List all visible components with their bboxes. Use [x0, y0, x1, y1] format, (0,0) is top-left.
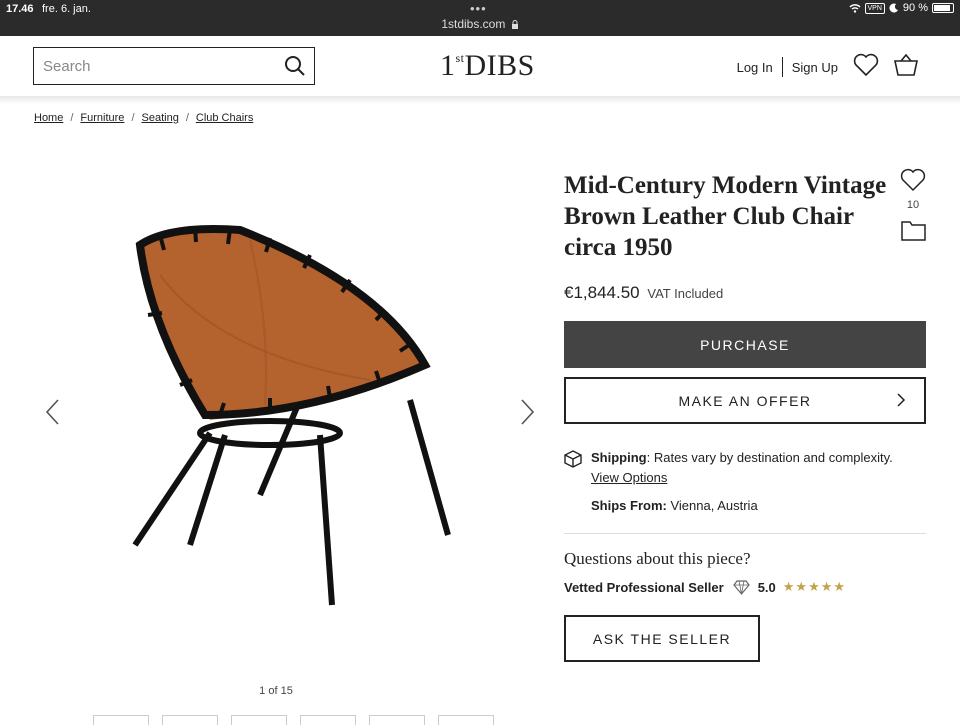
product-title: Mid-Century Modern Vintage Brown Leather…	[564, 172, 887, 261]
vpn-badge: VPN	[864, 2, 885, 14]
package-icon	[564, 450, 582, 468]
url-text: 1stdibs.com	[441, 17, 506, 31]
search-icon[interactable]	[284, 55, 306, 77]
vetted-seller-label: Vetted Professional Seller	[564, 579, 724, 595]
price: €1,844.50 VAT Included	[564, 283, 723, 303]
shopping-bag-icon[interactable]	[893, 53, 919, 77]
address-bar[interactable]: 1stdibs.com	[0, 17, 960, 31]
thumbnail[interactable]	[369, 715, 425, 725]
site-logo[interactable]: 1stDIBS	[440, 49, 535, 83]
wifi-icon	[848, 4, 861, 13]
breadcrumb-separator: /	[131, 112, 135, 124]
thumbnail[interactable]	[93, 715, 149, 725]
ships-from-label: Ships From:	[591, 498, 667, 513]
next-image-arrow-icon[interactable]	[520, 398, 536, 426]
breadcrumb-furniture[interactable]: Furniture	[80, 112, 124, 124]
site-header: 1stDIBS Log In Sign Up	[0, 36, 960, 96]
breadcrumb-home[interactable]: Home	[34, 112, 63, 124]
breadcrumb-separator: /	[185, 112, 189, 124]
make-offer-label: MAKE AN OFFER	[678, 392, 812, 409]
signup-link[interactable]: Sign Up	[792, 60, 838, 75]
section-divider	[564, 533, 926, 534]
shipping-label: Shipping	[591, 450, 647, 465]
battery-percent: 90 %	[902, 2, 928, 14]
diamond-icon	[732, 579, 750, 595]
price-value: €1,844.50	[564, 283, 640, 302]
ask-seller-button[interactable]: ASK THE SELLER	[564, 615, 760, 662]
battery-icon	[932, 3, 954, 13]
breadcrumb-club-chairs[interactable]: Club Chairs	[196, 112, 253, 124]
breadcrumb: Home / Furniture / Seating / Club Chairs	[34, 112, 253, 124]
vat-note: VAT Included	[647, 286, 724, 301]
make-offer-button[interactable]: MAKE AN OFFER	[564, 377, 926, 424]
thumbnail[interactable]	[438, 715, 494, 725]
questions-heading: Questions about this piece?	[564, 549, 751, 568]
multitask-dots-icon[interactable]: •••	[470, 1, 487, 16]
thumbnail[interactable]	[162, 715, 218, 725]
search-box[interactable]	[33, 47, 315, 85]
favorite-heart-icon[interactable]	[900, 168, 926, 192]
status-time: 17.46	[6, 3, 34, 15]
ships-from-value: Vienna, Austria	[670, 498, 758, 513]
breadcrumb-separator: /	[70, 112, 74, 124]
thumbnail[interactable]	[231, 715, 287, 725]
divider	[781, 57, 783, 77]
star-rating-icon: ★★★★★	[782, 579, 847, 594]
seller-rating-row: Vetted Professional Seller 5.0 ★★★★★	[564, 579, 846, 595]
search-input[interactable]	[34, 48, 274, 84]
status-date: fre. 6. jan.	[42, 3, 91, 15]
purchase-button[interactable]: PURCHASE	[564, 321, 926, 368]
heart-icon[interactable]	[853, 53, 879, 77]
status-bar: 17.46 fre. 6. jan. ••• 1stdibs.com VPN 9…	[0, 0, 960, 36]
shipping-info: Shipping: Rates vary by destination and …	[591, 450, 893, 465]
thumbnail-strip	[93, 715, 494, 725]
status-right: VPN 90 %	[848, 2, 954, 14]
product-image[interactable]	[120, 205, 460, 615]
folder-icon[interactable]	[901, 219, 926, 241]
account-links: Log In Sign Up	[737, 57, 838, 77]
moon-icon	[889, 3, 898, 13]
ships-from: Ships From: Vienna, Austria	[591, 498, 758, 513]
previous-image-arrow-icon[interactable]	[44, 398, 60, 426]
shipping-text: : Rates vary by destination and complexi…	[646, 450, 893, 465]
chevron-right-icon	[897, 393, 906, 407]
rating-value: 5.0	[757, 579, 776, 595]
image-counter: 1 of 15	[259, 685, 293, 697]
thumbnail[interactable]	[300, 715, 356, 725]
login-link[interactable]: Log In	[737, 60, 773, 75]
view-options-link[interactable]: View Options	[591, 470, 667, 485]
header-shadow	[0, 96, 960, 104]
favorites-count: 10	[906, 199, 920, 211]
breadcrumb-seating[interactable]: Seating	[142, 112, 179, 124]
lock-icon	[511, 20, 518, 29]
